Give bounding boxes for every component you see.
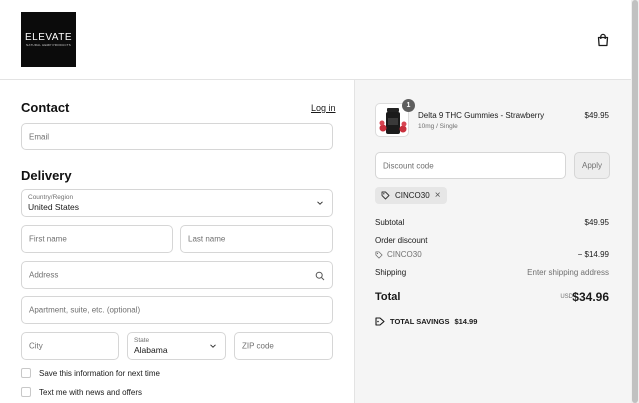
address-field[interactable]: Address xyxy=(21,261,333,289)
logo-subtext: NATURAL HEMP PRODUCTS xyxy=(26,43,71,47)
shipping-label: Shipping xyxy=(375,268,407,277)
shopping-bag-icon[interactable] xyxy=(596,33,610,47)
discount-code-input[interactable]: Discount code xyxy=(375,152,566,179)
applied-code: CINCO30 xyxy=(395,191,430,200)
country-label: Country/Region xyxy=(28,194,74,201)
city-field[interactable]: City xyxy=(21,332,119,360)
savings-label: TOTAL SAVINGS xyxy=(390,317,450,326)
search-icon xyxy=(315,271,325,281)
scrollbar[interactable] xyxy=(631,0,639,403)
chevron-down-icon xyxy=(210,344,216,348)
text-me-checkbox-row[interactable]: Text me with news and offers xyxy=(21,387,142,397)
first-name-field[interactable]: First name xyxy=(21,225,173,253)
scrollbar-thumb[interactable] xyxy=(632,0,638,403)
state-value: Alabama xyxy=(134,345,168,355)
applied-discount-tag: CINCO30 × xyxy=(375,187,447,204)
save-info-checkbox[interactable] xyxy=(21,368,31,378)
order-summary: 1 Delta 9 THC Gummies - Strawberry 10mg … xyxy=(354,80,631,403)
last-name-placeholder: Last name xyxy=(188,234,226,244)
order-discount-code: CINCO30 xyxy=(387,250,422,259)
total-value: $34.96 xyxy=(572,290,609,304)
save-info-label: Save this information for next time xyxy=(39,368,160,378)
state-label: State xyxy=(134,337,150,344)
total-label: Total xyxy=(375,291,401,303)
order-discount-value: − $14.99 xyxy=(577,250,609,259)
logo-text: ELEVATE xyxy=(24,32,73,43)
email-placeholder: Email xyxy=(29,132,50,141)
chevron-down-icon xyxy=(317,201,323,205)
order-discount-label: Order discount xyxy=(375,236,428,245)
save-info-checkbox-row[interactable]: Save this information for next time xyxy=(21,368,160,378)
last-name-field[interactable]: Last name xyxy=(180,225,333,253)
remove-discount-icon[interactable]: × xyxy=(435,190,441,201)
order-discount-code-row: CINCO30 xyxy=(375,250,422,259)
zip-field[interactable]: ZIP code xyxy=(234,332,333,360)
delivery-title: Delivery xyxy=(21,168,72,183)
country-value: United States xyxy=(28,202,80,212)
subtotal-value: $49.95 xyxy=(584,218,609,227)
savings-value: $14.99 xyxy=(454,317,478,326)
apartment-placeholder: Apartment, suite, etc. (optional) xyxy=(29,305,141,315)
login-link[interactable]: Log in xyxy=(311,103,336,113)
tag-icon xyxy=(375,250,383,259)
tag-icon xyxy=(375,317,385,326)
text-me-checkbox[interactable] xyxy=(21,387,31,397)
header: ELEVATE NATURAL HEMP PRODUCTS xyxy=(0,0,639,80)
store-logo[interactable]: ELEVATE NATURAL HEMP PRODUCTS xyxy=(21,12,76,67)
address-placeholder: Address xyxy=(29,270,59,280)
quantity-badge: 1 xyxy=(402,99,415,112)
tag-icon xyxy=(381,191,390,200)
checkout-form: Contact Log in Email Delivery Country/Re… xyxy=(0,80,354,403)
apartment-field[interactable]: Apartment, suite, etc. (optional) xyxy=(21,296,333,324)
zip-placeholder: ZIP code xyxy=(242,341,274,351)
product-price: $49.95 xyxy=(584,111,609,120)
product-name: Delta 9 THC Gummies - Strawberry xyxy=(418,111,545,120)
email-field[interactable]: Email xyxy=(21,123,333,150)
shipping-value: Enter shipping address xyxy=(527,268,609,277)
product-variant: 10mg / Single xyxy=(418,123,458,130)
country-select[interactable]: Country/Region United States xyxy=(21,189,333,217)
contact-title: Contact xyxy=(21,100,70,115)
subtotal-label: Subtotal xyxy=(375,218,405,227)
total-currency: USD xyxy=(560,294,573,300)
discount-placeholder: Discount code xyxy=(383,161,434,170)
city-placeholder: City xyxy=(29,341,43,351)
text-me-label: Text me with news and offers xyxy=(39,387,143,397)
state-select[interactable]: State Alabama xyxy=(127,332,226,360)
total-savings: TOTAL SAVINGS $14.99 xyxy=(375,317,477,326)
apply-button[interactable]: Apply xyxy=(574,152,610,179)
first-name-placeholder: First name xyxy=(29,234,67,244)
